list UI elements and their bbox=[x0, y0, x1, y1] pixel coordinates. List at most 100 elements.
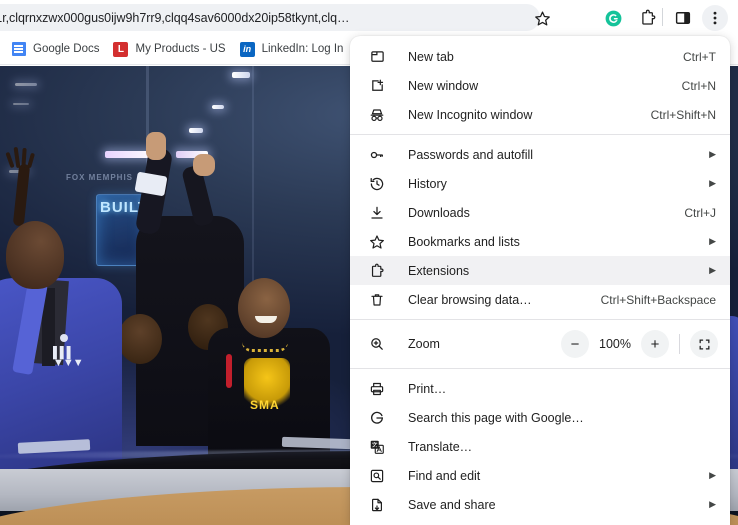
zoom-control-row: Zoom − 100% + bbox=[350, 325, 730, 363]
studio-light-strip bbox=[189, 128, 203, 133]
bookmark-label: LinkedIn: Log In bbox=[261, 43, 344, 55]
studio-light-strip bbox=[232, 72, 250, 78]
chevron-right-icon: ▶ bbox=[709, 236, 716, 246]
center-person-hand bbox=[146, 132, 166, 160]
menu-item-extensions[interactable]: Extensions ▶ bbox=[350, 256, 730, 285]
menu-item-save-and-share[interactable]: Save and share ▶ bbox=[350, 490, 730, 519]
key-icon bbox=[368, 146, 386, 164]
raised-hand-fingers bbox=[5, 146, 38, 169]
bookmark-star-icon[interactable] bbox=[530, 6, 554, 30]
left-analyst-head bbox=[6, 221, 64, 289]
menu-item-shortcut: Ctrl+J bbox=[684, 205, 716, 220]
fullscreen-icon[interactable] bbox=[690, 330, 718, 358]
linkedin-favicon: in bbox=[239, 41, 255, 57]
new-tab-icon bbox=[368, 48, 386, 66]
google-g-icon bbox=[368, 409, 386, 427]
menu-item-label: New window bbox=[408, 78, 479, 93]
printer-icon bbox=[368, 380, 386, 398]
bookmark-label: My Products - US bbox=[135, 43, 226, 55]
menu-item-shortcut: Ctrl+Shift+Backspace bbox=[600, 292, 716, 307]
menu-item-label: Passwords and autofill bbox=[408, 147, 534, 162]
chevron-right-icon: ▶ bbox=[709, 265, 716, 275]
gold-chain bbox=[242, 342, 288, 352]
browser-window: FOX MEMPHIS BUILT HAPPY SMA bbox=[0, 0, 738, 525]
menu-item-shortcut: Ctrl+N bbox=[681, 78, 716, 93]
menu-item-label: Extensions bbox=[408, 263, 470, 278]
menu-item-label: Downloads bbox=[408, 205, 470, 220]
menu-item-translate[interactable]: Translate… bbox=[350, 432, 730, 461]
shirt-graphic-text: SMA bbox=[250, 398, 280, 412]
translate-icon bbox=[368, 438, 386, 456]
bookmark-item-google-docs[interactable]: Google Docs bbox=[4, 39, 106, 60]
chrome-menu-kebab-icon[interactable] bbox=[702, 5, 728, 31]
puzzle-piece-icon bbox=[368, 262, 386, 280]
bookmark-item-my-products[interactable]: L My Products - US bbox=[106, 39, 232, 60]
letter-l-favicon: L bbox=[113, 41, 129, 57]
side-panel-icon[interactable] bbox=[670, 5, 696, 31]
menu-item-label: Find and edit bbox=[408, 468, 481, 483]
omnibox-row: o000yya0ihcmnks1r,clqrnxzwx000gus0ijw9h7… bbox=[0, 0, 738, 34]
chevron-right-icon: ▶ bbox=[709, 178, 716, 188]
menu-item-label: Save and share bbox=[408, 497, 496, 512]
menu-item-clear-browsing-data[interactable]: Clear browsing data… Ctrl+Shift+Backspac… bbox=[350, 285, 730, 314]
menu-item-downloads[interactable]: Downloads Ctrl+J bbox=[350, 198, 730, 227]
zoom-divider bbox=[679, 334, 680, 354]
save-share-icon bbox=[368, 496, 386, 514]
toolbar-divider bbox=[662, 8, 663, 26]
address-bar-text[interactable]: o000yya0ihcmnks1r,clqrnxzwx000gus0ijw9h7… bbox=[0, 11, 530, 25]
center-person-sleeve bbox=[134, 171, 168, 197]
grammarly-extension-icon[interactable] bbox=[600, 5, 626, 31]
menu-item-label: New tab bbox=[408, 49, 454, 64]
trash-icon bbox=[368, 291, 386, 309]
menu-item-passwords-and-autofill[interactable]: Passwords and autofill ▶ bbox=[350, 140, 730, 169]
menu-item-shortcut: Ctrl+T bbox=[683, 49, 716, 64]
new-window-icon bbox=[368, 77, 386, 95]
graphic-shirt-person-smile bbox=[255, 316, 277, 323]
zoom-in-button[interactable]: + bbox=[641, 330, 669, 358]
extensions-puzzle-icon[interactable] bbox=[635, 5, 661, 31]
raised-arm bbox=[12, 163, 31, 227]
center-person-hand-2 bbox=[193, 154, 215, 176]
menu-item-label: Translate… bbox=[408, 439, 473, 454]
incognito-icon bbox=[368, 106, 386, 124]
zoom-value: 100% bbox=[599, 337, 631, 351]
studio-light-strip bbox=[13, 103, 29, 105]
studio-light-strip bbox=[212, 105, 224, 109]
menu-item-shortcut: Ctrl+Shift+N bbox=[650, 107, 716, 122]
chevron-right-icon: ▶ bbox=[709, 470, 716, 480]
pocket-square: ▌▌▌ ▼▼▼ bbox=[53, 347, 84, 369]
menu-item-label: New Incognito window bbox=[408, 107, 533, 122]
bookmark-item-linkedin[interactable]: in LinkedIn: Log In bbox=[233, 39, 351, 60]
zoom-magnifier-icon bbox=[368, 335, 386, 353]
menu-item-label: Bookmarks and lists bbox=[408, 234, 520, 249]
menu-item-history[interactable]: History ▶ bbox=[350, 169, 730, 198]
address-bar[interactable]: o000yya0ihcmnks1r,clqrnxzwx000gus0ijw9h7… bbox=[0, 4, 540, 31]
star-icon bbox=[368, 233, 386, 251]
menu-item-new-tab[interactable]: New tab Ctrl+T bbox=[350, 42, 730, 71]
studio-glass-panel bbox=[252, 66, 254, 281]
background-person-head bbox=[118, 314, 162, 364]
wall-signage-text: FOX MEMPHIS bbox=[66, 173, 134, 182]
chrome-main-menu: New tab Ctrl+T New window Ctrl+N New Inc… bbox=[350, 36, 730, 525]
download-icon bbox=[368, 204, 386, 222]
zoom-out-button[interactable]: − bbox=[561, 330, 589, 358]
red-lanyard bbox=[226, 354, 232, 388]
menu-item-label: History bbox=[408, 176, 447, 191]
studio-light-strip bbox=[15, 83, 37, 86]
history-clock-icon bbox=[368, 175, 386, 193]
find-icon bbox=[368, 467, 386, 485]
menu-item-new-incognito-window[interactable]: New Incognito window Ctrl+Shift+N bbox=[350, 100, 730, 129]
zoom-label: Zoom bbox=[408, 337, 440, 351]
chevron-right-icon: ▶ bbox=[709, 499, 716, 509]
graphic-shirt-person-head bbox=[238, 278, 290, 338]
menu-item-print[interactable]: Print… bbox=[350, 374, 730, 403]
menu-item-new-window[interactable]: New window Ctrl+N bbox=[350, 71, 730, 100]
menu-item-bookmarks-and-lists[interactable]: Bookmarks and lists ▶ bbox=[350, 227, 730, 256]
chevron-right-icon: ▶ bbox=[709, 149, 716, 159]
lapel-pin bbox=[60, 334, 68, 342]
menu-item-label: Clear browsing data… bbox=[408, 292, 532, 307]
menu-separator bbox=[350, 368, 730, 369]
menu-item-find-and-edit[interactable]: Find and edit ▶ bbox=[350, 461, 730, 490]
menu-item-search-page-with-google[interactable]: Search this page with Google… bbox=[350, 403, 730, 432]
bookmark-label: Google Docs bbox=[33, 43, 100, 55]
